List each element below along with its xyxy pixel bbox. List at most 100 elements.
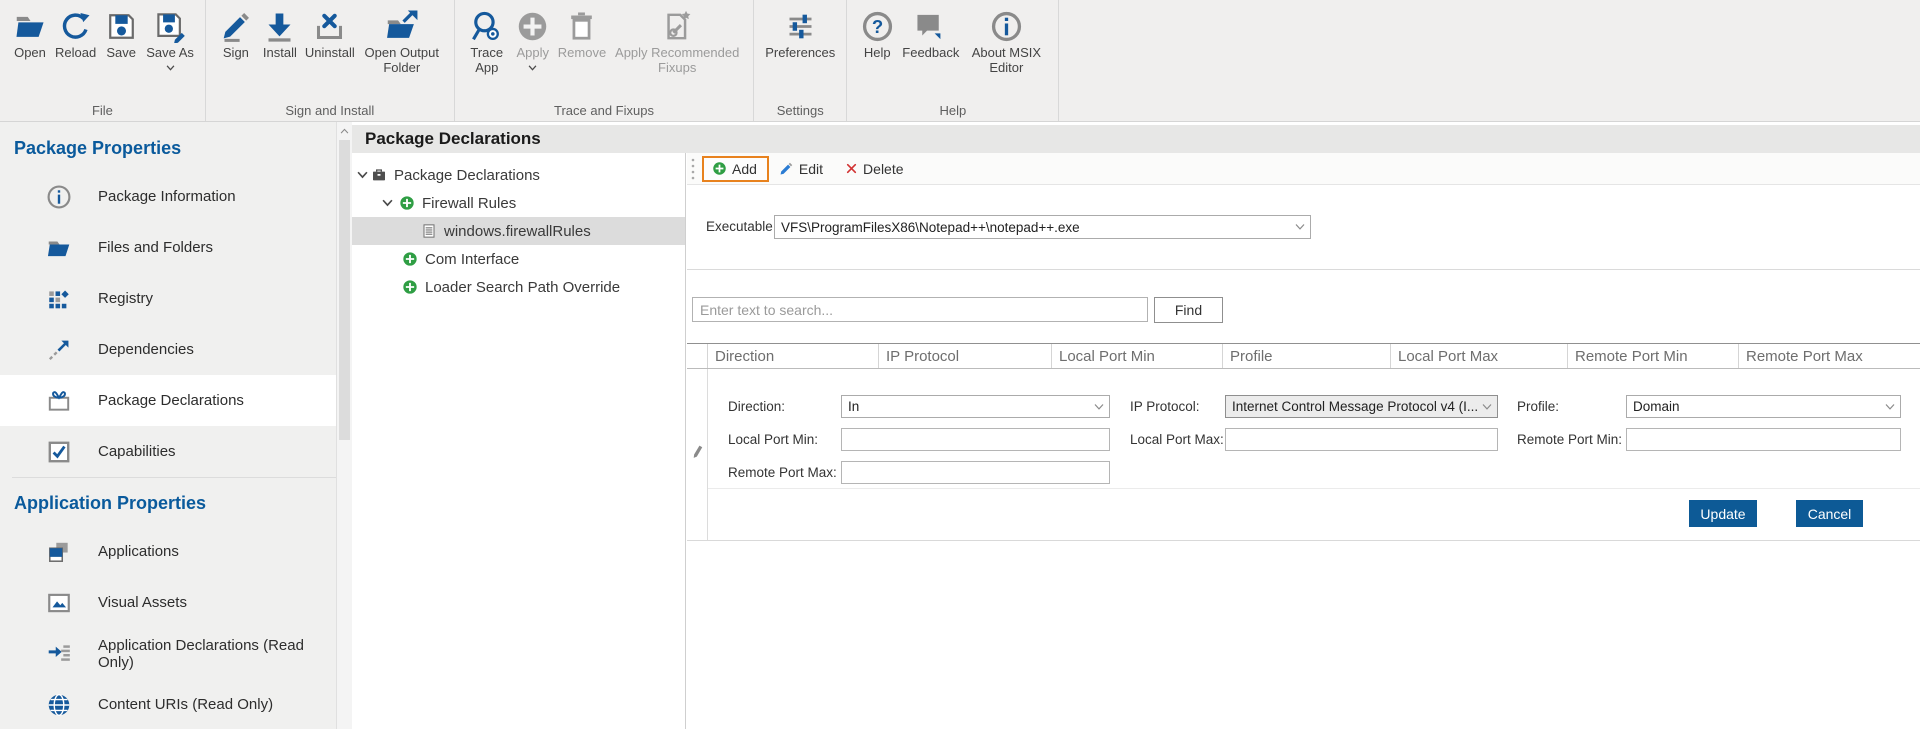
ribbon-save-as-button[interactable]: Save As — [143, 4, 197, 71]
column-header-remote-port-min[interactable]: Remote Port Min — [1568, 344, 1739, 368]
tree-item-windows-firewallrules[interactable]: windows.firewallRules — [352, 217, 685, 245]
column-header-profile[interactable]: Profile — [1223, 344, 1391, 368]
edit-pencil-icon — [779, 161, 794, 176]
column-header-local-port-max[interactable]: Local Port Max — [1391, 344, 1568, 368]
ribbon-group-label: Trace and Fixups — [455, 103, 753, 118]
edit-button[interactable]: Edit — [769, 156, 835, 182]
ribbon-open-output-folder-button[interactable]: Open Output Folder — [358, 4, 446, 75]
delete-button[interactable]: Delete — [835, 156, 915, 182]
sidebar-scrollbar[interactable] — [336, 122, 352, 729]
sidebar-item-registry[interactable]: Registry — [0, 273, 336, 324]
column-header-remote-port-max[interactable]: Remote Port Max — [1739, 344, 1920, 368]
package-info-icon — [46, 184, 72, 210]
briefcase-icon — [371, 167, 387, 183]
chevron-down-icon — [528, 65, 537, 71]
files-folders-icon — [46, 235, 72, 261]
sidebar-item-package-declarations[interactable]: Package Declarations — [0, 375, 336, 426]
grip-dots-icon — [689, 156, 697, 182]
column-header-local-port-min[interactable]: Local Port Min — [1052, 344, 1223, 368]
tree-item-firewall-rules[interactable]: Firewall Rules — [352, 189, 685, 217]
field-label-ip-protocol: IP Protocol: — [1130, 395, 1200, 418]
field-label-direction: Direction: — [728, 395, 785, 418]
sidebar-item-package-information[interactable]: Package Information — [0, 171, 336, 222]
ribbon-help-button[interactable]: Help — [855, 4, 899, 61]
local-port-min-field[interactable] — [841, 428, 1110, 451]
open-folder-icon — [14, 10, 47, 43]
local-port-max-field[interactable] — [1225, 428, 1498, 451]
tree-item-loader-search-path-override[interactable]: Loader Search Path Override — [352, 273, 685, 301]
column-header-direction[interactable]: Direction — [708, 344, 879, 368]
ribbon-button-label: About MSIX Editor — [965, 46, 1047, 75]
fixups-document-icon — [661, 10, 694, 43]
apply-plus-icon — [516, 10, 549, 43]
ribbon-sign-button[interactable]: Sign — [214, 4, 258, 61]
ribbon-install-button[interactable]: Install — [258, 4, 302, 61]
applications-icon — [46, 539, 72, 565]
add-node-icon — [402, 279, 418, 295]
direction-select[interactable]: In — [841, 395, 1110, 418]
ribbon-about-msix-editor-button[interactable]: About MSIX Editor — [962, 4, 1050, 75]
ribbon-group-settings: PreferencesSettings — [754, 0, 847, 121]
ribbon-save-button[interactable]: Save — [99, 4, 143, 61]
rules-table-header: DirectionIP ProtocolLocal Port MinProfil… — [687, 343, 1920, 369]
tree-item-package-declarations[interactable]: Package Declarations — [352, 161, 685, 189]
delete-button-label: Delete — [863, 161, 903, 177]
add-button-label: Add — [732, 161, 757, 177]
ribbon-open-button[interactable]: Open — [8, 4, 52, 61]
save-as-icon — [154, 10, 187, 43]
sidebar-item-application-declarations-read-only[interactable]: Application Declarations (Read Only) — [0, 628, 336, 679]
sidebar-item-label: Applications — [98, 543, 179, 560]
ribbon-button-label: Preferences — [765, 46, 835, 61]
details-panel: Add Edit Delete Executable VFS\ProgramFi… — [687, 153, 1920, 729]
sidebar-item-applications[interactable]: Applications — [0, 526, 336, 577]
scrollbar-up-button[interactable] — [337, 122, 352, 139]
ribbon-group-label: Sign and Install — [206, 103, 454, 118]
search-input[interactable] — [692, 297, 1148, 322]
ribbon-feedback-button[interactable]: Feedback — [899, 4, 962, 61]
ribbon-button-label: Trace App — [466, 46, 508, 75]
sidebar-item-files-and-folders[interactable]: Files and Folders — [0, 222, 336, 273]
profile-select[interactable]: Domain — [1626, 395, 1901, 418]
ribbon-button-label: Reload — [55, 46, 96, 61]
ribbon-group-trace-and-fixups: Trace AppApplyRemoveApply Recommended Fi… — [455, 0, 754, 121]
ribbon-button-label: Save — [106, 46, 136, 61]
cancel-button[interactable]: Cancel — [1796, 500, 1863, 527]
sidebar-item-label: Content URIs (Read Only) — [98, 696, 273, 713]
ribbon-reload-button[interactable]: Reload — [52, 4, 99, 61]
ribbon-preferences-button[interactable]: Preferences — [762, 4, 838, 61]
sidebar-item-visual-assets[interactable]: Visual Assets — [0, 577, 336, 628]
tree-item-com-interface[interactable]: Com Interface — [352, 245, 685, 273]
ribbon-button-label: Sign — [223, 46, 249, 61]
row-edit-pencil-icon — [691, 443, 706, 460]
delete-x-icon — [845, 162, 858, 175]
add-button[interactable]: Add — [702, 156, 769, 182]
sidebar-item-content-uris-read-only[interactable]: Content URIs (Read Only) — [0, 679, 336, 729]
select-value: Domain — [1633, 399, 1680, 414]
app-declarations-icon — [46, 641, 72, 667]
trace-magnifier-icon — [470, 10, 503, 43]
row-indicator-divider — [707, 369, 708, 540]
page-title: Package Declarations — [352, 125, 1920, 153]
ribbon-group-label: File — [0, 103, 205, 118]
remote-port-max-field[interactable] — [841, 461, 1110, 484]
ribbon-toolbar: OpenReload Save Save As File Sign InstallUnin… — [0, 0, 1920, 122]
scrollbar-thumb[interactable] — [339, 140, 350, 440]
sidebar-item-label: Registry — [98, 290, 153, 307]
ribbon-button-label: Open Output Folder — [361, 46, 443, 75]
find-button[interactable]: Find — [1154, 297, 1223, 323]
executable-select[interactable]: VFS\ProgramFilesX86\Notepad++\notepad++.… — [774, 215, 1311, 239]
executable-row: Executable VFS\ProgramFilesX86\Notepad++… — [687, 185, 1920, 270]
sidebar-item-capabilities[interactable]: Capabilities — [0, 426, 336, 477]
update-button[interactable]: Update — [1689, 500, 1757, 527]
sidebar-item-dependencies[interactable]: Dependencies — [0, 324, 336, 375]
chevron-down-icon — [357, 171, 368, 179]
ribbon-uninstall-button[interactable]: Uninstall — [302, 4, 358, 61]
chevron-down-icon — [1295, 224, 1305, 231]
up-arrow-icon — [340, 128, 349, 134]
sign-pencil-icon — [219, 10, 252, 43]
ip-protocol-select[interactable]: Internet Control Message Protocol v4 (I.… — [1225, 395, 1498, 418]
column-header-ip-protocol[interactable]: IP Protocol — [879, 344, 1052, 368]
remote-port-min-field[interactable] — [1626, 428, 1901, 451]
uninstall-x-icon — [313, 10, 346, 43]
ribbon-trace-app-button[interactable]: Trace App — [463, 4, 511, 75]
